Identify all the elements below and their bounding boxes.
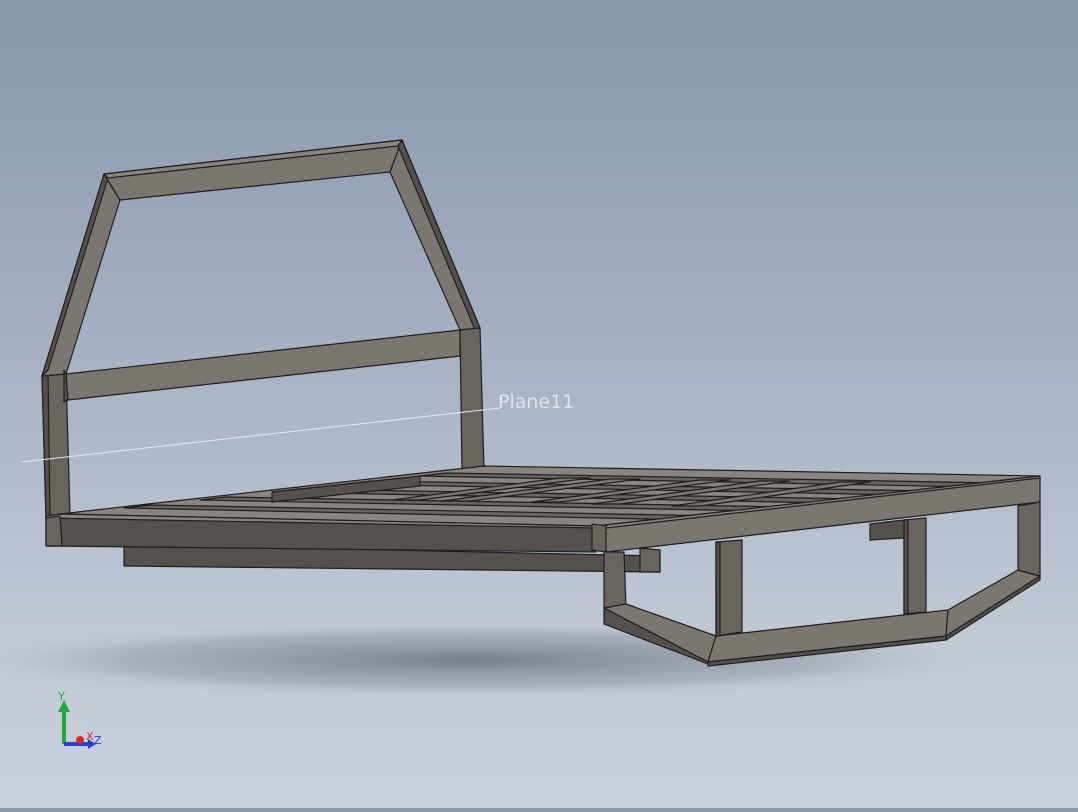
- x-axis-label: X: [86, 730, 94, 743]
- y-axis-label: Y: [57, 690, 65, 703]
- graphics-viewport[interactable]: Plane11 Y X Z: [0, 0, 1078, 808]
- headboard-frame[interactable]: [41, 139, 485, 519]
- z-axis-label: Z: [94, 734, 102, 747]
- x-axis-icon: [76, 736, 84, 744]
- coordinate-triad: Y X Z: [57, 690, 102, 749]
- reference-plane[interactable]: Plane11: [21, 391, 574, 463]
- plane-label[interactable]: Plane11: [498, 391, 574, 413]
- model-view[interactable]: Plane11 Y X Z: [0, 0, 1078, 808]
